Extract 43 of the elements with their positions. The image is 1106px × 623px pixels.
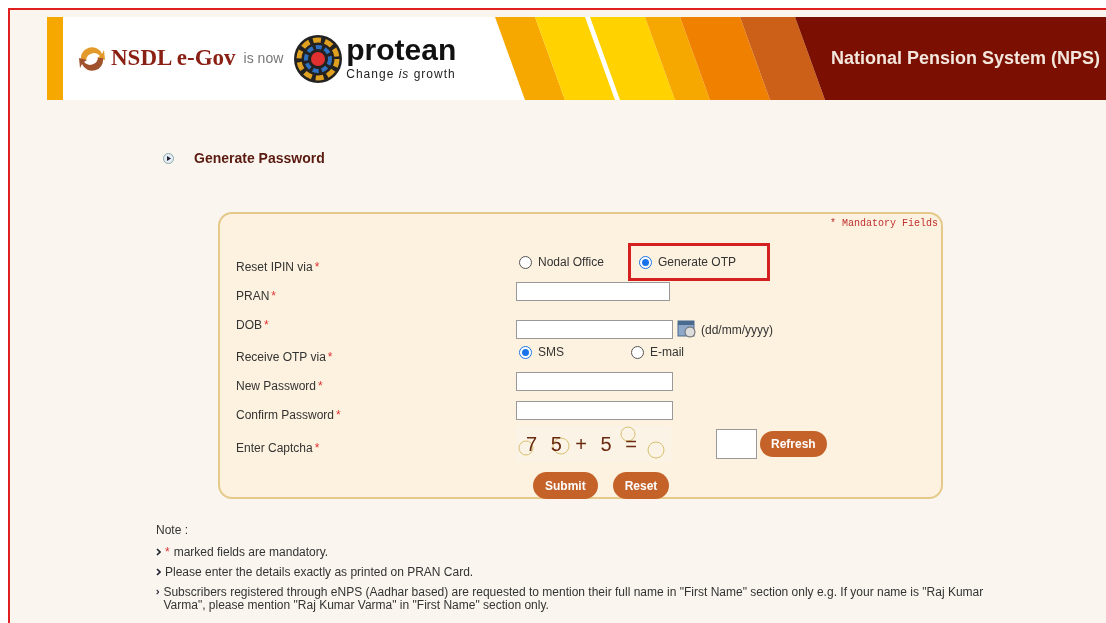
option-label: E-mail (650, 344, 684, 361)
chevron-icon (156, 548, 161, 556)
bullet-icon (163, 153, 174, 164)
field-label: New Password * (236, 379, 323, 393)
calendar-icon[interactable] (677, 319, 697, 339)
radio-button[interactable] (519, 255, 532, 269)
radio-button[interactable] (631, 345, 644, 359)
input-field[interactable] (516, 282, 670, 301)
ring-logo-icon (293, 33, 344, 84)
date-format-hint: (dd/mm/yyyy) (701, 322, 773, 339)
form-button[interactable]: Submit (533, 472, 598, 499)
brand-name: protean (346, 34, 457, 65)
form-button[interactable]: Reset (612, 472, 670, 499)
radio-button[interactable] (519, 345, 532, 359)
refresh-button[interactable]: Refresh (760, 431, 827, 457)
option-label: Nodal Office (538, 254, 604, 271)
mandatory-note: * Mandatory Fields (829, 217, 938, 231)
field-label: PRAN * (236, 289, 276, 303)
chevron-icon (156, 588, 160, 596)
note-text: Subscribers registered through eNPS (Aadhar based) are requested to mention their full name in "First Name" section only e.g. If your name is "Raj Kumar Varma", please mention "Raj Kumar Varma" in "First Name" section only. (163, 586, 985, 612)
option-label: Generate OTP (658, 254, 737, 271)
captcha-image: 7 5 + 5 = (516, 426, 671, 462)
captcha-input[interactable] (716, 429, 757, 459)
field-label: Reset IPIN via * (236, 260, 320, 274)
brand-name: NSDL e-Gov (111, 44, 236, 73)
field-label: Receive OTP via * (236, 350, 333, 364)
swirl-logo-icon (78, 45, 106, 72)
field-label: Enter Captcha * (236, 441, 320, 455)
note-text: Please enter the details exactly as printed on PRAN Card. (165, 566, 474, 579)
option-label: SMS (538, 344, 564, 361)
input-field[interactable] (516, 320, 673, 339)
input-field[interactable] (516, 401, 673, 420)
input-field[interactable] (516, 372, 673, 391)
field-label: DOB * (236, 318, 269, 332)
radio-button[interactable] (639, 255, 652, 269)
header-title: National Pension System (NPS) (830, 47, 1100, 70)
field-label: Confirm Password * (236, 408, 341, 422)
tagline: Change is growth (346, 66, 457, 83)
chevron-icon (156, 568, 161, 576)
connector-text: is now (243, 49, 284, 68)
section-title: Generate Password (194, 149, 325, 168)
note-text: * marked fields are mandatory. (165, 546, 329, 559)
note-title: Note : (156, 522, 189, 539)
